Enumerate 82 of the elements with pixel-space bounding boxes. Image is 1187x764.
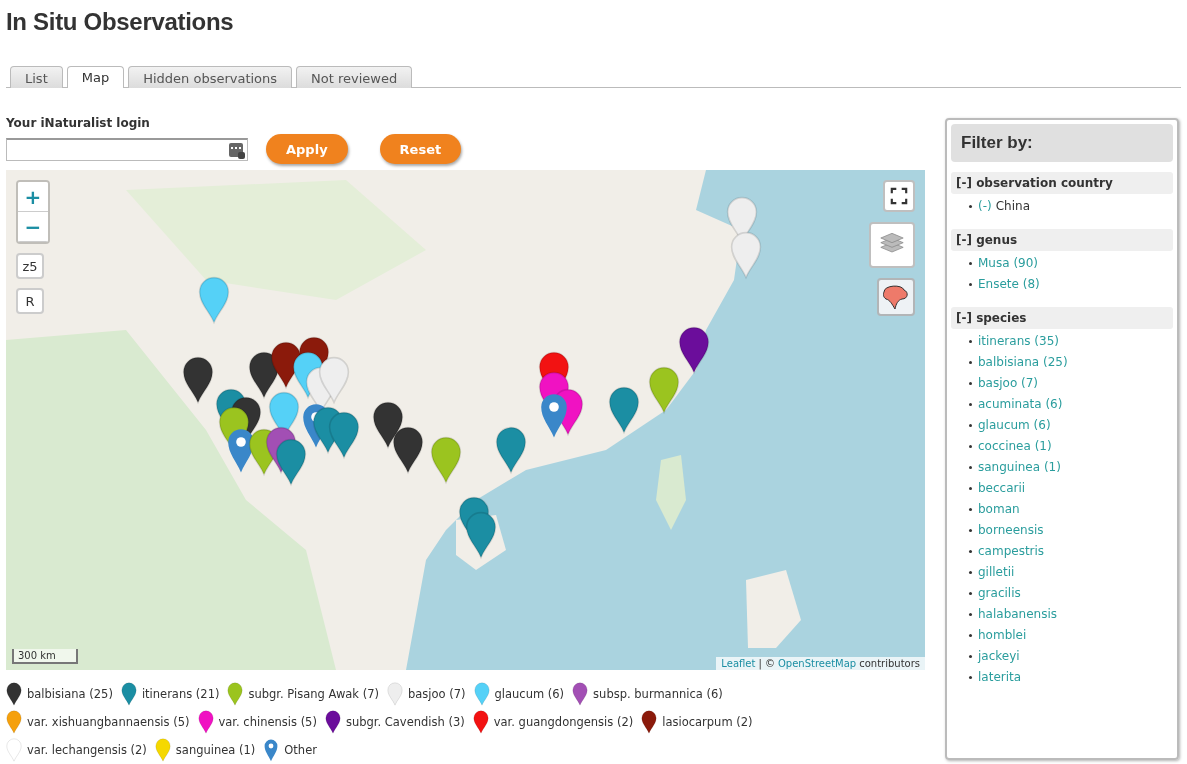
bullet-icon: [969, 465, 972, 469]
legend-label: Other: [284, 743, 317, 757]
bullet-icon: [969, 360, 972, 364]
legend-label: var. lechangensis (2): [27, 743, 147, 757]
page-title: In Situ Observations: [6, 7, 235, 37]
bullet-icon: [969, 339, 972, 343]
filter-link[interactable]: borneensis: [978, 523, 1044, 537]
login-field[interactable]: [6, 137, 248, 161]
attribution-separator: | ©: [758, 658, 775, 669]
action-button[interactable]: Reset: [379, 134, 462, 164]
filter-heading[interactable]: [-] genus: [951, 229, 1173, 251]
filter-link[interactable]: Ensete (8): [978, 277, 1040, 291]
bullet-icon: [969, 486, 972, 490]
shape-icon[interactable]: [883, 284, 909, 310]
attribution-text: contributors: [859, 658, 920, 669]
bullet-icon: [969, 204, 972, 208]
filter-link[interactable]: campestris: [978, 544, 1045, 558]
zoom-in-button[interactable]: +: [18, 182, 48, 212]
filter-link[interactable]: gilletii: [978, 565, 1015, 579]
filter-link[interactable]: (-): [978, 199, 992, 213]
filter-link[interactable]: jackeyi: [978, 649, 1020, 663]
bullet-icon: [969, 444, 972, 448]
bullet-icon: [969, 570, 972, 574]
legend-label: var. xishuangbannaensis (5): [27, 715, 190, 729]
tab[interactable]: Hidden observations: [128, 66, 293, 88]
filter-link[interactable]: balbisiana (25): [978, 355, 1068, 369]
filter-link[interactable]: halabanensis: [978, 607, 1058, 621]
bullet-icon: [969, 549, 972, 553]
bullet-icon: [969, 591, 972, 595]
r-map-button[interactable]: R: [16, 288, 44, 314]
legend-label: glaucum (6): [494, 687, 565, 701]
tab[interactable]: List: [10, 66, 63, 88]
filter-link[interactable]: boman: [978, 502, 1020, 516]
openstreetmap-link[interactable]: OpenStreetMap: [778, 658, 857, 669]
bullet-icon: [969, 282, 972, 286]
filter-link[interactable]: gracilis: [978, 586, 1021, 600]
filter-heading[interactable]: [-] observation country: [951, 172, 1173, 194]
bullet-icon: [969, 261, 972, 265]
legend-label: subgr. Cavendish (3): [345, 715, 465, 729]
filter-link[interactable]: sanguinea (1): [978, 460, 1061, 474]
fullscreen-icon[interactable]: [890, 187, 908, 205]
filter-link[interactable]: beccarii: [978, 481, 1026, 495]
filter-link[interactable]: acuminata (6): [978, 397, 1063, 411]
legend-label: var. guangdongensis (2): [493, 715, 634, 729]
shape-tool-button[interactable]: [877, 278, 915, 316]
bullet-icon: [969, 507, 972, 511]
filter-link[interactable]: itinerans (35): [978, 334, 1059, 348]
filter-link[interactable]: laterita: [978, 670, 1022, 684]
bullet-icon: [969, 381, 972, 385]
filter-link[interactable]: homblei: [978, 628, 1027, 642]
filter-link[interactable]: basjoo (7): [978, 376, 1039, 390]
login-label: Your iNaturalist login: [6, 116, 151, 132]
bullet-icon: [969, 675, 972, 679]
filter-heading[interactable]: [-] species: [951, 307, 1173, 329]
filter-value: China: [995, 199, 1030, 213]
legend-label: basjoo (7): [407, 687, 466, 701]
bullet-icon: [969, 402, 972, 406]
legend-label: var. chinensis (5): [218, 715, 317, 729]
bullet-icon: [969, 423, 972, 427]
fullscreen-button[interactable]: [883, 180, 915, 212]
filter-link[interactable]: glaucum (6): [978, 418, 1051, 432]
filter-link[interactable]: coccinea (1): [978, 439, 1052, 453]
filter-link[interactable]: Musa (90): [978, 256, 1038, 270]
legend-label: itinerans (21): [141, 687, 220, 701]
action-button[interactable]: Apply: [266, 134, 348, 164]
legend-label: subgr. Pisang Awak (7): [248, 687, 379, 701]
zoom-out-button[interactable]: −: [18, 212, 48, 242]
scale-bar: 300 km: [12, 649, 78, 664]
legend-label: balbisiana (25): [27, 687, 113, 701]
zoom-level-button[interactable]: z5: [16, 253, 44, 279]
password-manager-icon[interactable]: [229, 142, 243, 157]
legend-label: lasiocarpum (2): [662, 715, 753, 729]
leaflet-link[interactable]: Leaflet: [721, 658, 756, 669]
filter-title: Filter by:: [951, 124, 1173, 162]
legend-label: sanguinea (1): [175, 743, 256, 757]
bullet-icon: [969, 612, 972, 616]
tab[interactable]: Not reviewed: [296, 66, 413, 88]
legend-label: subsp. burmannica (6): [593, 687, 723, 701]
bullet-icon: [969, 528, 972, 532]
bullet-icon: [969, 654, 972, 658]
bullet-icon: [969, 633, 972, 637]
tab[interactable]: Map: [66, 66, 125, 88]
